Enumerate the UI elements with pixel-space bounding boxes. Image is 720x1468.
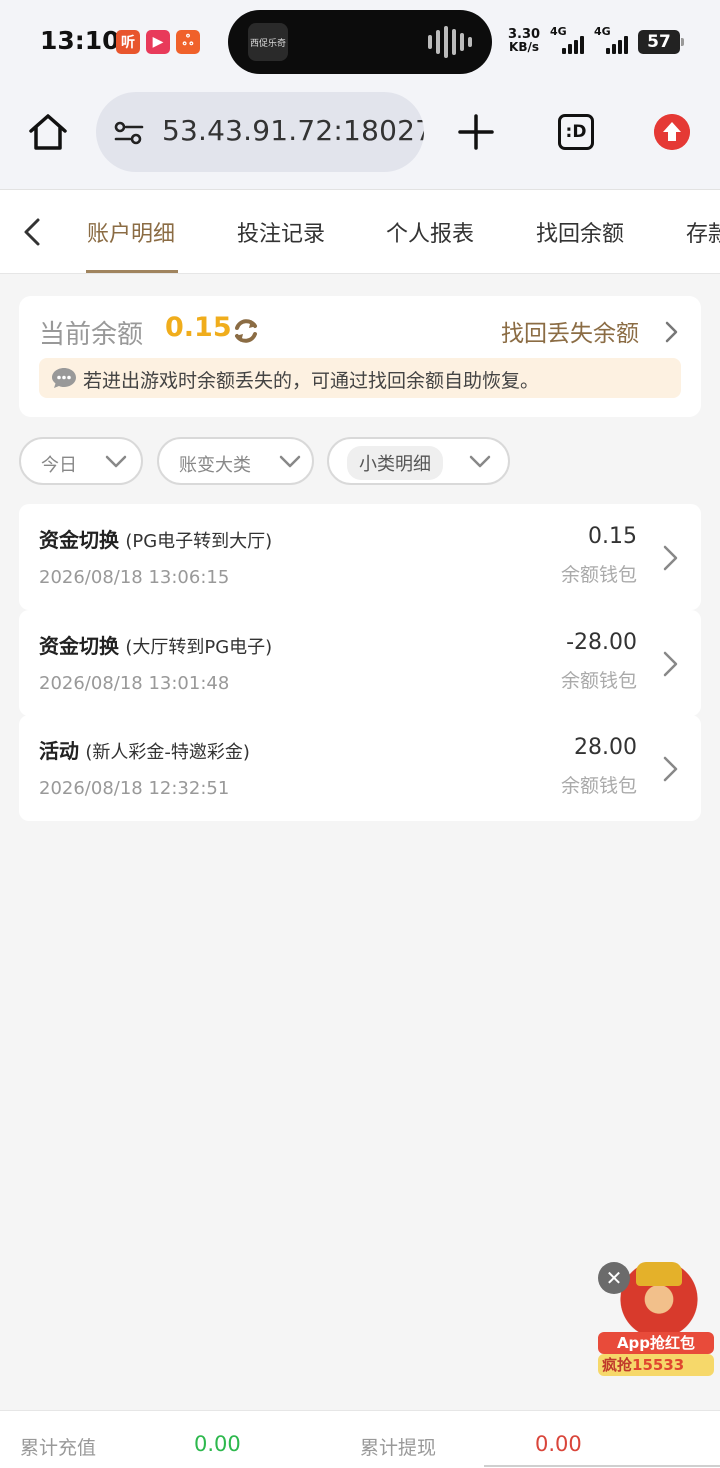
address-bar[interactable]: 53.43.91.72:18027 xyxy=(96,92,424,172)
balance-label: 当前余额 xyxy=(39,320,144,350)
battery-icon: 57 xyxy=(638,30,684,54)
kuaishou-app-icon: ஃ xyxy=(176,30,200,54)
tab-bet-records[interactable]: 投注记录 xyxy=(237,216,325,248)
transaction-time: 2026/08/18 12:32:51 xyxy=(39,778,230,799)
status-time: 13:10 xyxy=(40,26,120,55)
listen-app-icon: 听 xyxy=(116,30,140,54)
tab-personal-report[interactable]: 个人报表 xyxy=(386,216,474,248)
tabs-button[interactable]: :D xyxy=(558,114,594,150)
media-thumbnail: 西促乐奇 xyxy=(248,23,288,61)
transaction-time: 2026/08/18 13:01:48 xyxy=(39,673,230,694)
transaction-wallet: 余额钱包 xyxy=(560,775,637,797)
notice-text: 若进出游戏时余额丢失的，可通过找回余额自助恢复。 xyxy=(83,370,540,392)
recover-lost-balance-link[interactable]: 找回丢失余额 xyxy=(501,314,639,348)
subcategory-filter[interactable]: 小类明细 xyxy=(327,437,510,485)
chevron-right-icon[interactable] xyxy=(663,320,679,344)
promo-title: App抢红包 xyxy=(598,1332,714,1354)
tab-account-details[interactable]: 账户明细 xyxy=(87,216,175,248)
account-tabs: 账户明细 投注记录 个人报表 找回余额 存款 xyxy=(0,190,720,274)
video-app-icon: ▶ xyxy=(146,30,170,54)
close-icon[interactable]: ✕ xyxy=(598,1262,630,1294)
message-icon xyxy=(52,368,76,388)
transaction-amount: 0.15 xyxy=(588,524,637,549)
fortune-god-hat xyxy=(636,1262,682,1286)
total-withdraw-value: 0.00 xyxy=(535,1432,582,1456)
total-deposit-value: 0.00 xyxy=(194,1432,241,1456)
total-withdraw-label: 累计提现 xyxy=(360,1437,437,1459)
signal-icon: 4G xyxy=(550,25,590,54)
chevron-down-icon xyxy=(469,455,491,468)
home-icon[interactable] xyxy=(26,110,70,154)
active-tab-indicator xyxy=(86,270,178,273)
site-settings-icon[interactable] xyxy=(112,116,146,150)
transaction-wallet: 余额钱包 xyxy=(560,670,637,692)
filter-label: 今日 xyxy=(41,455,77,476)
divider xyxy=(484,1465,720,1467)
signal-icon-2: 4G xyxy=(594,25,634,54)
transaction-title: 资金切换 (PG电子转到大厅) xyxy=(39,528,273,552)
back-arrow-icon[interactable] xyxy=(18,214,46,250)
chevron-right-icon xyxy=(663,756,678,782)
promo-subtitle: 疯抢15533 xyxy=(598,1354,714,1376)
tab-deposit[interactable]: 存款 xyxy=(686,216,720,248)
chevron-right-icon xyxy=(663,545,678,571)
status-bar: 13:10 听 ▶ ஃ 西促乐奇 3.30 KB/s 4G 4G 57 xyxy=(0,0,720,84)
chevron-down-icon xyxy=(279,455,301,468)
transaction-title: 资金切换 (大厅转到PG电子) xyxy=(39,634,273,658)
summary-bar: 累计充值 0.00 累计提现 0.00 xyxy=(0,1410,720,1468)
chevron-right-icon xyxy=(663,651,678,677)
transaction-row[interactable]: 活动 (新人彩金-特邀彩金) 2026/08/18 12:32:51 28.00… xyxy=(19,715,701,821)
browser-toolbar: 53.43.91.72:18027 :D xyxy=(0,84,720,190)
transaction-wallet: 余额钱包 xyxy=(560,564,637,586)
transaction-row[interactable]: 资金切换 (大厅转到PG电子) 2026/08/18 13:01:48 -28.… xyxy=(19,610,701,716)
upload-icon[interactable] xyxy=(654,114,690,150)
url-text[interactable]: 53.43.91.72:18027 xyxy=(162,114,424,147)
transaction-time: 2026/08/18 13:06:15 xyxy=(39,567,230,588)
audio-wave-icon xyxy=(428,26,472,58)
transaction-amount: -28.00 xyxy=(566,630,637,655)
transaction-title: 活动 (新人彩金-特邀彩金) xyxy=(39,739,250,763)
total-deposit-label: 累计充值 xyxy=(20,1437,97,1459)
transaction-row[interactable]: 资金切换 (PG电子转到大厅) 2026/08/18 13:06:15 0.15… xyxy=(19,504,701,610)
balance-value: 0.15 xyxy=(165,312,232,343)
category-filter[interactable]: 账变大类 xyxy=(157,437,314,485)
network-speed: 3.30 KB/s xyxy=(508,27,541,54)
tab-recover-balance[interactable]: 找回余额 xyxy=(536,216,624,248)
chevron-down-icon xyxy=(105,455,127,468)
date-filter[interactable]: 今日 xyxy=(19,437,143,485)
transaction-amount: 28.00 xyxy=(574,735,637,760)
filter-label: 小类明细 xyxy=(347,446,443,480)
balance-card: 当前余额 0.15 找回丢失余额 若进出游戏时余额丢失的，可通过找回余额自助恢复… xyxy=(19,296,701,417)
red-packet-promo[interactable]: ✕ App抢红包 疯抢15533 xyxy=(596,1262,714,1376)
recover-notice: 若进出游戏时余额丢失的，可通过找回余额自助恢复。 xyxy=(39,358,681,398)
refresh-icon[interactable] xyxy=(231,316,261,346)
new-tab-icon[interactable] xyxy=(456,112,496,152)
dynamic-island[interactable]: 西促乐奇 xyxy=(228,10,492,74)
filter-label: 账变大类 xyxy=(179,455,251,476)
